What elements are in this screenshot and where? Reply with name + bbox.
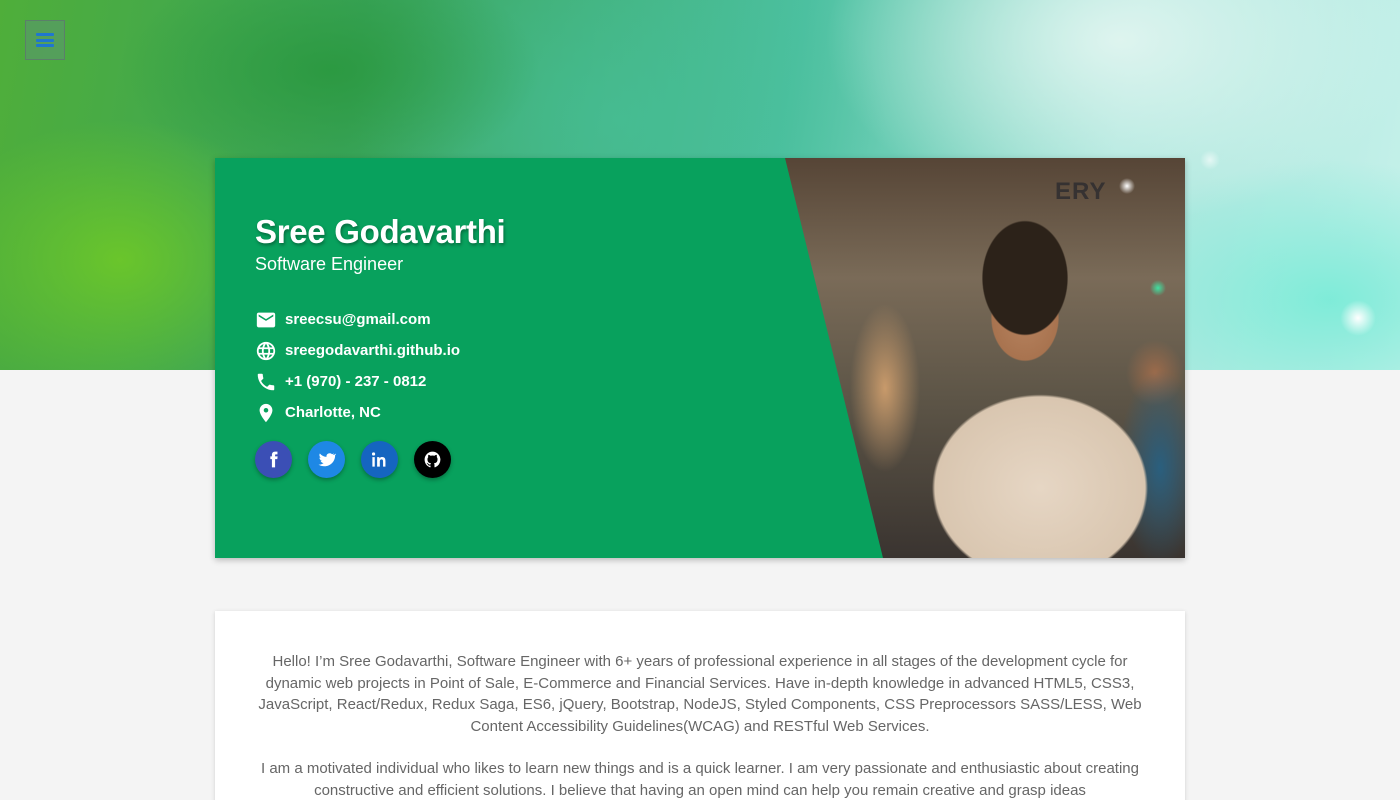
twitter-icon <box>318 453 336 467</box>
github-icon <box>424 451 441 468</box>
about-paragraph-1: Hello! I’m Sree Godavarthi, Software Eng… <box>258 653 1142 735</box>
twitter-link[interactable] <box>308 441 345 478</box>
facebook-icon <box>270 451 278 468</box>
about-section: Hello! I’m Sree Godavarthi, Software Eng… <box>215 611 1185 800</box>
facebook-link[interactable] <box>255 441 292 478</box>
contact-phone-text: +1 (970) - 237 - 0812 <box>285 373 427 390</box>
contact-website[interactable]: sreegodavarthi.github.io <box>255 335 460 366</box>
profile-name: Sree Godavarthi <box>255 213 506 250</box>
photo-background-sign: ERY <box>1055 178 1107 205</box>
contact-website-text: sreegodavarthi.github.io <box>285 342 461 359</box>
contact-email-text: sreecsu@gmail.com <box>285 311 431 328</box>
globe-icon <box>256 341 276 360</box>
location-pin-icon <box>259 403 273 422</box>
email-icon <box>256 312 276 327</box>
profile-title: Software Engineer <box>255 254 404 274</box>
menu-button[interactable] <box>25 20 65 60</box>
linkedin-icon <box>371 452 386 467</box>
about-paragraph-2: I am a motivated individual who likes to… <box>261 760 1139 799</box>
github-link[interactable] <box>414 441 451 478</box>
light-sparkle <box>1340 300 1376 336</box>
contact-location: Charlotte, NC <box>255 397 460 428</box>
light-sparkle <box>1200 150 1220 170</box>
contact-location-text: Charlotte, NC <box>285 404 381 421</box>
profile-card: ERY Sree Godavarthi Software Engineer sr… <box>215 158 1185 558</box>
social-links <box>255 441 467 478</box>
contact-phone[interactable]: +1 (970) - 237 - 0812 <box>255 366 460 397</box>
hamburger-icon <box>36 33 54 47</box>
phone-icon <box>257 373 275 390</box>
contact-email[interactable]: sreecsu@gmail.com <box>255 304 460 335</box>
linkedin-link[interactable] <box>361 441 398 478</box>
contact-list: sreecsu@gmail.com sreegodavarthi.github.… <box>255 304 460 428</box>
